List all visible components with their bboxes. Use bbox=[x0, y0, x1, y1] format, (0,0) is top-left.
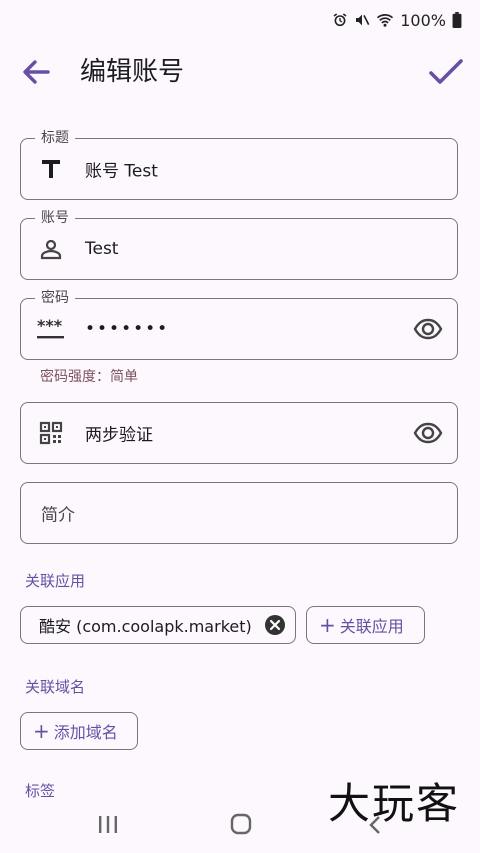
plus-icon: + bbox=[33, 719, 50, 743]
svg-text:***: *** bbox=[37, 317, 63, 335]
back-button[interactable] bbox=[18, 54, 54, 90]
linked-apps-title: 关联应用 bbox=[25, 572, 86, 590]
home-button[interactable] bbox=[228, 811, 254, 837]
add-domain-label: 添加域名 bbox=[53, 723, 118, 742]
cancel-icon bbox=[265, 615, 285, 635]
account-input[interactable]: Test bbox=[85, 239, 118, 259]
remove-app-button[interactable] bbox=[265, 615, 285, 635]
linked-app-chip[interactable]: 酷安 (com.coolapk.market) bbox=[20, 606, 296, 644]
linked-domains-title: 关联域名 bbox=[25, 678, 86, 696]
wifi-icon bbox=[376, 12, 394, 28]
recent-apps-icon bbox=[99, 816, 117, 833]
visibility-icon[interactable] bbox=[413, 418, 443, 448]
add-linked-app-label: 关联应用 bbox=[339, 617, 404, 636]
title-field-label: 标题 bbox=[35, 128, 75, 148]
two-step-input[interactable]: 两步验证 bbox=[85, 421, 153, 446]
password-icon: *** bbox=[37, 315, 65, 343]
intro-placeholder: 简介 bbox=[41, 505, 75, 526]
battery-text: 100% bbox=[400, 10, 446, 30]
person-icon bbox=[37, 235, 65, 263]
linked-app-label: 酷安 (com.coolapk.market) bbox=[39, 617, 252, 636]
visibility-icon[interactable] bbox=[413, 314, 443, 344]
plus-icon: + bbox=[319, 613, 336, 637]
page-title: 编辑账号 bbox=[80, 57, 185, 87]
password-field-label: 密码 bbox=[35, 288, 75, 308]
title-input[interactable]: 账号 Test bbox=[85, 157, 158, 182]
account-field-label: 账号 bbox=[35, 208, 75, 228]
check-icon bbox=[429, 59, 463, 84]
password-strength-text: 密码强度：简单 bbox=[40, 369, 138, 385]
home-icon bbox=[230, 813, 252, 835]
watermark-logo: 大玩客 bbox=[327, 779, 460, 828]
password-field[interactable]: 密码 *** ••••••• bbox=[20, 288, 458, 360]
status-bar: 100% bbox=[332, 8, 462, 32]
recent-apps-button[interactable] bbox=[96, 813, 120, 837]
mute-icon bbox=[354, 12, 370, 28]
save-button[interactable] bbox=[426, 54, 466, 90]
text-title-icon bbox=[37, 155, 65, 183]
add-domain-button[interactable]: + 添加域名 bbox=[20, 712, 138, 750]
add-linked-app-button[interactable]: + 关联应用 bbox=[306, 606, 425, 644]
alarm-icon bbox=[332, 12, 348, 28]
account-field[interactable]: 账号 Test bbox=[20, 208, 458, 280]
battery-icon bbox=[452, 12, 462, 28]
qr-code-icon bbox=[37, 419, 65, 447]
intro-field[interactable]: 简介 bbox=[20, 482, 458, 544]
top-app-bar: 编辑账号 bbox=[0, 52, 480, 96]
tags-title: 标签 bbox=[25, 782, 56, 800]
title-field[interactable]: 标题 账号 Test bbox=[20, 128, 458, 200]
password-input[interactable]: ••••••• bbox=[85, 319, 169, 339]
arrow-back-icon bbox=[23, 60, 50, 84]
two-step-field[interactable]: 两步验证 bbox=[20, 402, 458, 464]
